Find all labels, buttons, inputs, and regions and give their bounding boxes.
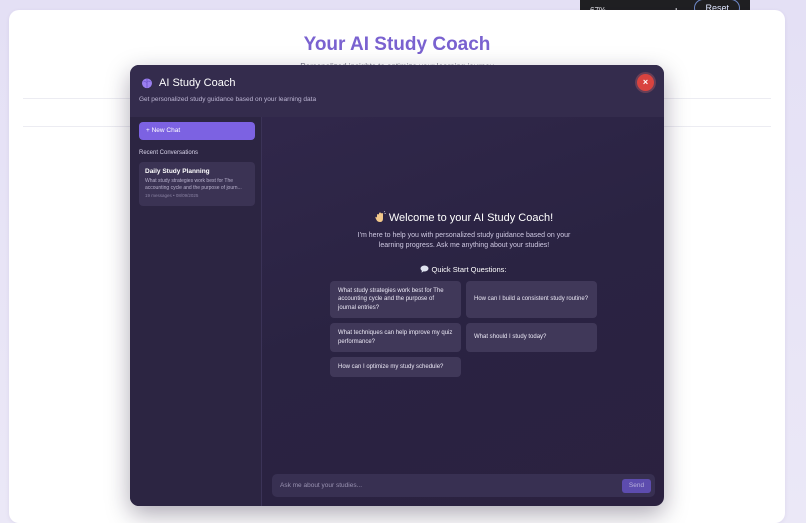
quick-question-button[interactable]: What study strategies work best for The … (330, 281, 461, 318)
modal-header: AI Study Coach Get personalized study gu… (130, 65, 664, 117)
conversation-sidebar: + New Chat Recent Conversations Daily St… (130, 117, 262, 506)
brain-icon (142, 78, 152, 89)
ai-coach-modal: AI Study Coach Get personalized study gu… (130, 65, 664, 506)
chat-input[interactable] (280, 474, 610, 497)
page-title: Your AI Study Coach (303, 34, 491, 55)
new-chat-button[interactable]: + New Chat (139, 122, 255, 140)
quick-question-label: What study strategies work best for The … (338, 287, 444, 311)
conversation-preview: What study strategies work best for The … (145, 178, 242, 191)
welcome-heading: Welcome to your AI Study Coach! (263, 211, 664, 224)
conversation-meta: 19 messages • 08/09/2025 (145, 193, 199, 198)
speech-bubble-icon (420, 265, 429, 273)
quick-question-label: What should I study today? (474, 334, 547, 341)
quick-question-button[interactable]: What techniques can help improve my quiz… (330, 323, 461, 352)
quick-question-button[interactable]: How can I build a consistent study routi… (466, 281, 597, 318)
quick-question-label: How can I optimize my study schedule? (338, 363, 444, 370)
wave-hand-icon (375, 211, 386, 222)
quick-start-heading: Quick Start Questions: (263, 265, 664, 274)
welcome-title: Welcome to your AI Study Coach! (388, 212, 554, 224)
conversation-item[interactable]: Daily Study Planning What study strategi… (139, 162, 255, 206)
quick-question-label: How can I build a consistent study routi… (474, 296, 589, 303)
quick-question-label: What techniques can help improve my quiz… (338, 330, 453, 345)
chat-main: Welcome to your AI Study Coach! I'm here… (263, 117, 664, 506)
quick-question-button[interactable]: What should I study today? (466, 323, 597, 352)
welcome-text: I'm here to help you with personalized s… (357, 232, 571, 249)
quick-start-title: Quick Start Questions: (431, 265, 507, 274)
send-button[interactable]: Send (622, 479, 651, 493)
modal-title: AI Study Coach (159, 77, 236, 89)
conversation-title: Daily Study Planning (145, 168, 210, 175)
close-button[interactable]: × (637, 74, 654, 91)
modal-subtitle: Get personalized study guidance based on… (139, 96, 317, 103)
recent-conversations-label: Recent Conversations (139, 150, 199, 156)
chat-input-bar: Send (272, 474, 655, 497)
quick-question-button[interactable]: How can I optimize my study schedule? (330, 357, 461, 377)
